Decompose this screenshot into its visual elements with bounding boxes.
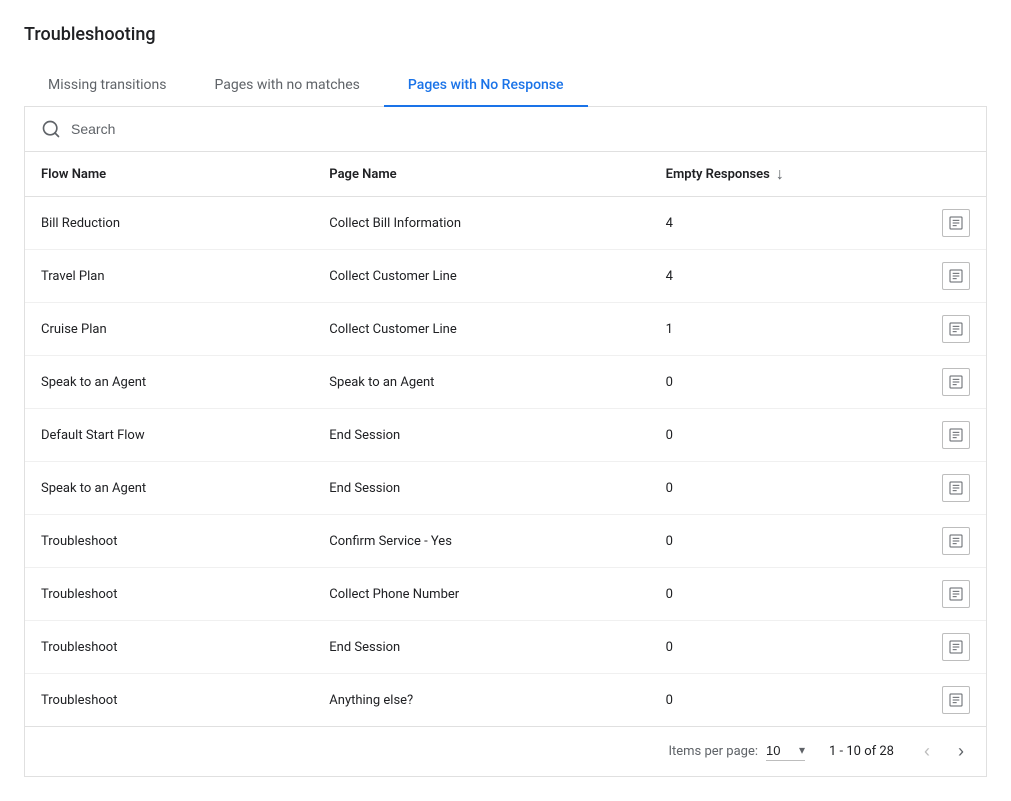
items-per-page-section: Items per page: 5 10 25 50 ▾ — [668, 743, 805, 761]
cell-empty-responses: 0 — [650, 621, 842, 674]
chevron-left-icon: ‹ — [924, 741, 930, 762]
cell-empty-responses: 4 — [650, 197, 842, 250]
view-details-icon[interactable] — [942, 474, 970, 502]
cell-action — [842, 462, 986, 515]
data-table: Flow Name Page Name Empty Responses ↓ Bi… — [25, 152, 986, 726]
cell-page-name: Confirm Service - Yes — [313, 515, 649, 568]
view-details-icon[interactable] — [942, 421, 970, 449]
view-details-icon[interactable] — [942, 633, 970, 661]
cell-flow-name: Troubleshoot — [25, 621, 313, 674]
cell-flow-name: Troubleshoot — [25, 568, 313, 621]
view-details-icon[interactable] — [942, 209, 970, 237]
cell-action — [842, 250, 986, 303]
tabs-container: Missing transitions Pages with no matche… — [24, 65, 987, 107]
cell-page-name: Collect Phone Number — [313, 568, 649, 621]
per-page-select[interactable]: 5 10 25 50 — [766, 743, 797, 758]
per-page-select-wrap[interactable]: 5 10 25 50 ▾ — [766, 743, 805, 761]
prev-page-button[interactable]: ‹ — [918, 737, 936, 766]
table-row: Speak to an Agent Speak to an Agent 0 — [25, 356, 986, 409]
cell-flow-name: Default Start Flow — [25, 409, 313, 462]
table-row: Troubleshoot End Session 0 — [25, 621, 986, 674]
cell-page-name: End Session — [313, 621, 649, 674]
cell-action — [842, 515, 986, 568]
cell-empty-responses: 0 — [650, 568, 842, 621]
cell-flow-name: Troubleshoot — [25, 674, 313, 727]
table-row: Default Start Flow End Session 0 — [25, 409, 986, 462]
cell-action — [842, 621, 986, 674]
content-area: Flow Name Page Name Empty Responses ↓ Bi… — [24, 107, 987, 777]
chevron-right-icon: › — [958, 741, 964, 762]
col-header-flow-name: Flow Name — [25, 152, 313, 197]
pagination-info: 1 - 10 of 28 — [829, 744, 894, 759]
cell-flow-name: Travel Plan — [25, 250, 313, 303]
cell-page-name: End Session — [313, 409, 649, 462]
col-header-action — [842, 152, 986, 197]
cell-page-name: Collect Customer Line — [313, 250, 649, 303]
view-details-icon[interactable] — [942, 686, 970, 714]
tab-missing-transitions[interactable]: Missing transitions — [24, 65, 191, 107]
next-page-button[interactable]: › — [952, 737, 970, 766]
search-bar — [25, 107, 986, 152]
cell-page-name: Collect Customer Line — [313, 303, 649, 356]
col-header-empty-responses[interactable]: Empty Responses ↓ — [650, 152, 842, 197]
tab-pages-no-response[interactable]: Pages with No Response — [384, 65, 588, 107]
page-title: Troubleshooting — [24, 24, 987, 45]
chevron-down-icon: ▾ — [799, 743, 805, 757]
cell-flow-name: Bill Reduction — [25, 197, 313, 250]
table-row: Travel Plan Collect Customer Line 4 — [25, 250, 986, 303]
table-row: Bill Reduction Collect Bill Information … — [25, 197, 986, 250]
cell-empty-responses: 0 — [650, 462, 842, 515]
cell-flow-name: Speak to an Agent — [25, 356, 313, 409]
cell-empty-responses: 4 — [650, 250, 842, 303]
cell-empty-responses: 0 — [650, 409, 842, 462]
table-row: Troubleshoot Anything else? 0 — [25, 674, 986, 727]
cell-page-name: Collect Bill Information — [313, 197, 649, 250]
cell-empty-responses: 0 — [650, 515, 842, 568]
view-details-icon[interactable] — [942, 580, 970, 608]
sort-down-icon: ↓ — [776, 164, 784, 184]
search-input[interactable] — [71, 121, 970, 137]
table-row: Troubleshoot Collect Phone Number 0 — [25, 568, 986, 621]
cell-page-name: Speak to an Agent — [313, 356, 649, 409]
view-details-icon[interactable] — [942, 527, 970, 555]
table-footer: Items per page: 5 10 25 50 ▾ 1 - 10 of 2… — [25, 726, 986, 776]
cell-empty-responses: 0 — [650, 356, 842, 409]
cell-flow-name: Speak to an Agent — [25, 462, 313, 515]
search-icon — [41, 119, 61, 139]
tab-pages-no-matches[interactable]: Pages with no matches — [191, 65, 384, 107]
cell-action — [842, 303, 986, 356]
cell-action — [842, 197, 986, 250]
cell-action — [842, 674, 986, 727]
cell-flow-name: Troubleshoot — [25, 515, 313, 568]
cell-action — [842, 409, 986, 462]
view-details-icon[interactable] — [942, 262, 970, 290]
cell-action — [842, 356, 986, 409]
cell-flow-name: Cruise Plan — [25, 303, 313, 356]
table-row: Speak to an Agent End Session 0 — [25, 462, 986, 515]
table-row: Troubleshoot Confirm Service - Yes 0 — [25, 515, 986, 568]
cell-empty-responses: 0 — [650, 674, 842, 727]
view-details-icon[interactable] — [942, 368, 970, 396]
table-row: Cruise Plan Collect Customer Line 1 — [25, 303, 986, 356]
col-header-page-name: Page Name — [313, 152, 649, 197]
items-per-page-label: Items per page: — [668, 744, 758, 759]
cell-page-name: Anything else? — [313, 674, 649, 727]
cell-page-name: End Session — [313, 462, 649, 515]
cell-action — [842, 568, 986, 621]
view-details-icon[interactable] — [942, 315, 970, 343]
cell-empty-responses: 1 — [650, 303, 842, 356]
